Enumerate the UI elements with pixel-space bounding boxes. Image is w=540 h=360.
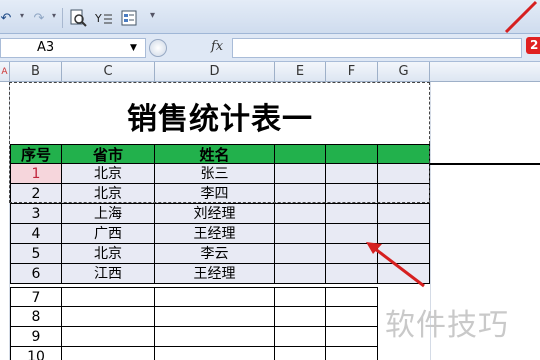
cell-e[interactable] [275, 264, 326, 284]
column-header-e[interactable]: E [275, 62, 326, 82]
cell-province[interactable]: 北京 [62, 244, 155, 264]
cell-seq[interactable]: 5 [10, 244, 62, 264]
name-box[interactable]: A3 [0, 38, 146, 58]
cell-name[interactable]: 李云 [155, 244, 275, 264]
red-arrow-top-icon [504, 0, 538, 34]
cell-g[interactable] [378, 164, 430, 184]
name-box-dropdown-icon[interactable]: ▼ [130, 43, 137, 53]
range-border [430, 163, 540, 165]
undo-icon[interactable]: ↶ [0, 9, 12, 27]
cell-province[interactable]: 江西 [62, 264, 155, 284]
cell-name[interactable]: 王经理 [155, 224, 275, 244]
fx-icon[interactable]: fx [211, 39, 223, 54]
row-header-corner[interactable]: A [0, 62, 10, 82]
cell-f[interactable] [326, 204, 378, 224]
toolbar-separator [62, 8, 63, 28]
cell-name[interactable] [155, 287, 275, 307]
undo-dropdown-icon[interactable]: ▾ [20, 11, 24, 20]
cell-name[interactable] [155, 327, 275, 347]
red-arrow-icon [366, 242, 425, 288]
sheet-title[interactable]: 销售统计表一 [10, 94, 430, 138]
cell-province[interactable]: 北京 [62, 184, 155, 204]
header-cell-f[interactable] [326, 144, 378, 164]
column-headers: A B C D E F G [0, 62, 540, 82]
cell-seq[interactable]: 2 [10, 184, 62, 204]
filter-icon[interactable]: Y [94, 9, 114, 27]
cell-e[interactable] [275, 224, 326, 244]
cell-e[interactable] [275, 184, 326, 204]
print-preview-icon[interactable] [68, 9, 88, 27]
cell-f[interactable] [326, 164, 378, 184]
cell-name[interactable]: 张三 [155, 164, 275, 184]
column-header-d[interactable]: D [155, 62, 275, 82]
column-header-f[interactable]: F [326, 62, 378, 82]
header-cell-g[interactable] [378, 144, 430, 164]
cell-province[interactable] [62, 347, 155, 360]
header-cell-name[interactable]: 姓名 [155, 144, 275, 164]
cell-seq[interactable]: 8 [10, 307, 62, 327]
notification-badge: 2 [526, 37, 540, 54]
cell-e[interactable] [275, 307, 326, 327]
cell-e[interactable] [275, 204, 326, 224]
cell-e[interactable] [275, 327, 326, 347]
form-icon[interactable] [120, 9, 138, 27]
formula-input[interactable] [232, 38, 522, 58]
cell-seq[interactable]: 6 [10, 264, 62, 284]
cell-e[interactable] [275, 164, 326, 184]
cell-province[interactable] [62, 307, 155, 327]
cell-province[interactable]: 上海 [62, 204, 155, 224]
watermark-text: 软件技巧 [385, 308, 509, 343]
cell-f[interactable] [326, 327, 378, 347]
cell-f[interactable] [326, 307, 378, 327]
cell-seq[interactable]: 9 [10, 327, 62, 347]
cell-seq[interactable]: 4 [10, 224, 62, 244]
cell-e[interactable] [275, 244, 326, 264]
cell-province[interactable] [62, 327, 155, 347]
formula-bar-toggle-icon[interactable] [149, 39, 167, 57]
cell-name[interactable]: 王经理 [155, 264, 275, 284]
cell-seq[interactable]: 3 [10, 204, 62, 224]
column-header-c[interactable]: C [62, 62, 155, 82]
cell-e[interactable] [275, 287, 326, 307]
cell-name[interactable] [155, 307, 275, 327]
cell-name[interactable]: 刘经理 [155, 204, 275, 224]
quick-access-toolbar: ↶ ▾ ↷ ▾ Y ▾ [0, 0, 540, 34]
cell-g[interactable] [378, 204, 430, 224]
cell-f[interactable] [326, 347, 378, 360]
header-cell-e[interactable] [275, 144, 326, 164]
cell-province[interactable]: 广西 [62, 224, 155, 244]
cell-name[interactable]: 李四 [155, 184, 275, 204]
svg-text:Y: Y [95, 12, 102, 25]
cell-seq[interactable]: 1 [10, 164, 62, 184]
cell-e[interactable] [275, 347, 326, 360]
column-header-b[interactable]: B [10, 62, 62, 82]
cell-seq[interactable]: 7 [10, 287, 62, 307]
formula-bar: A3 ▼ fx [0, 34, 540, 62]
cell-name[interactable] [155, 347, 275, 360]
header-cell-seq[interactable]: 序号 [10, 144, 62, 164]
redo-icon[interactable]: ↷ [32, 9, 46, 27]
column-header-g[interactable]: G [378, 62, 430, 82]
cell-f[interactable] [326, 184, 378, 204]
header-cell-province[interactable]: 省市 [62, 144, 155, 164]
cell-seq[interactable]: 10 [10, 347, 62, 360]
customize-toolbar-icon[interactable]: ▾ [150, 10, 155, 21]
cell-province[interactable]: 北京 [62, 164, 155, 184]
cell-g[interactable] [378, 184, 430, 204]
cell-province[interactable] [62, 287, 155, 307]
redo-dropdown-icon[interactable]: ▾ [52, 11, 56, 20]
